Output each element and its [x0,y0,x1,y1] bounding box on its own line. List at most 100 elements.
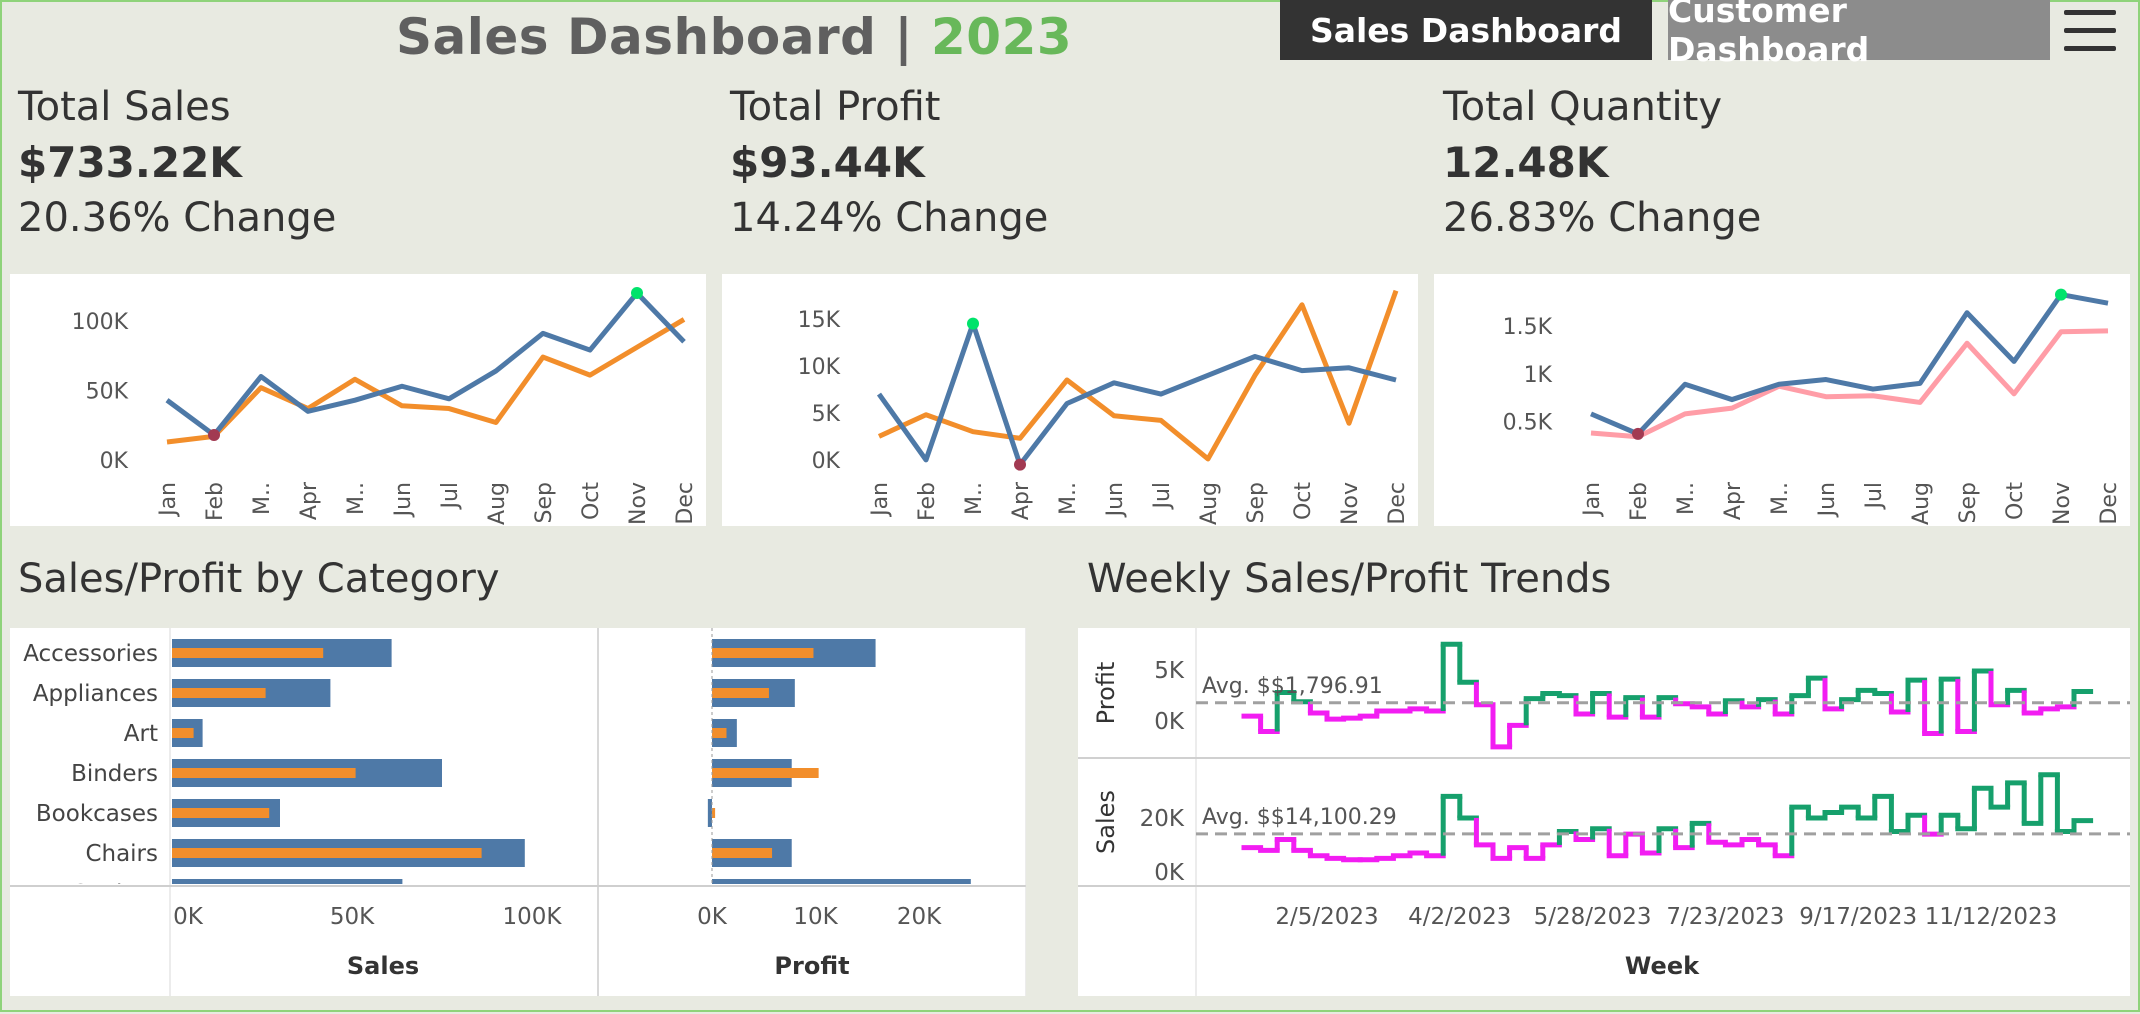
y-tick-label: 0K [812,449,841,474]
sales-prior-bar [172,848,482,858]
kpi-total-profit: Total Profit $93.44K 14.24% Change [730,84,1048,241]
x-tick-label: Sep [1244,482,1269,523]
x-tick-label: Feb [915,482,940,521]
kpi-change: 26.83% Change [1443,195,1762,241]
weekly-trend-svg: 5K 0K Profit Avg. $$1,796.91 20K 0K Sales Avg. … [1078,628,2130,996]
x-tick-label: Oct [2003,482,2028,520]
sales-prior-bar [172,808,270,818]
x-tick-label: Oct [579,482,604,520]
kpi-total-sales: Total Sales $733.22K 20.36% Change [18,84,336,241]
x-tick-label: Jun [1103,482,1128,518]
x-tick-label: Sep [1956,482,1981,523]
weekly-trend-chart[interactable]: 5K 0K Profit Avg. $$1,796.91 20K 0K Sales Avg. … [1078,628,2130,996]
y-tick-label: 0K [1154,860,1185,886]
y-tick-label: 1.5K [1503,315,1553,340]
title-text: Sales Dashboard [396,8,877,66]
x-tick-label: 20K [897,904,942,930]
profit-prior-bar [712,728,727,738]
x-tick-label: Oct [1291,482,1316,520]
x-axis-title: Profit [774,952,849,980]
quantity-trend-chart[interactable]: 1.5K 1K 0.5K Jan Feb M.. Apr M.. Jun Jul Aug Sep Oct… [1434,274,2130,526]
x-axis-title: Week [1625,952,1700,980]
x-tick-label: Jul [1150,482,1175,511]
category-label: Bookcases [36,801,158,827]
menu-bar [2064,46,2116,51]
profit-bar [707,799,712,827]
x-tick-label: Sep [532,482,557,523]
sales-avg-label: Avg. $$14,100.29 [1202,805,1397,830]
y-tick-label: 5K [812,402,841,427]
x-axis-title: Sales [347,952,419,980]
x-tick-label: Dec [2097,482,2122,525]
x-tick-label: Jun [1815,482,1840,518]
sales-axis-title: Sales [1092,790,1120,854]
sales-dashboard-button[interactable]: Sales Dashboard [1280,0,1652,60]
customer-dashboard-button[interactable]: Customer Dashboard [1668,0,2050,69]
kpi-change: 20.36% Change [18,195,337,241]
category-label: Art [124,721,158,747]
profit-trend-svg: 15K 10K 5K 0K Jan Feb M.. Apr M.. Jun Jul Aug Sep Oct… [798,289,1410,525]
x-tick-label: M.. [962,482,987,515]
x-tick-label: Feb [203,482,228,521]
menu-bar [2064,10,2116,15]
x-tick-label: M.. [1768,482,1793,515]
x-tick-label: Aug [1197,482,1222,525]
x-tick-label: Aug [1909,482,1934,525]
profit-prior-bar [712,768,819,778]
x-tick-label: Feb [1627,482,1652,521]
kpi-value: 12.48K [1443,138,1609,187]
category-label: Accessories [23,641,158,667]
sales-prior-bar [172,688,266,698]
bar-group: Accessories Appliances Art Binders Bookcases… [23,639,971,884]
sales-prior-bar [172,768,356,778]
profit-bar [712,879,971,884]
y-tick-label: 10K [798,355,841,380]
min-marker [208,429,220,442]
weekly-section-title: Weekly Sales/Profit Trends [1087,556,1612,602]
y-tick-label: 15K [798,308,841,333]
profit-avg-label: Avg. $$1,796.91 [1202,674,1383,699]
x-tick-label: 0K [697,904,728,930]
kpi-label: Total Quantity [1443,84,1722,130]
x-tick-label: Apr [297,481,322,520]
x-tick-label: M.. [250,482,275,515]
x-tick-label: M.. [344,482,369,515]
x-tick-label: Nov [2050,482,2075,525]
sales-prior-bar [172,648,324,658]
x-tick-label: 5/28/2023 [1534,904,1652,930]
quantity-trend-svg: 1.5K 1K 0.5K Jan Feb M.. Apr M.. Jun Jul Aug Sep Oct… [1503,288,2122,525]
title-separator: | [894,8,914,66]
x-tick-label: Apr [1721,481,1746,520]
x-tick-label: Jul [1862,482,1887,511]
sales-trend-chart[interactable]: 100K 50K 0K Jan Feb M.. Apr M.. Jun Jul Aug Sep Oct N… [10,274,706,526]
x-tick-label: 9/17/2023 [1799,904,1917,930]
sales-prior-bar [172,728,194,738]
max-marker [631,286,643,299]
current-year-line [1590,292,2109,437]
category-bar-chart[interactable]: Accessories Appliances Art Binders Bookcases… [10,628,1054,996]
y-tick-label: 100K [72,310,129,335]
y-tick-label: 50K [86,379,129,404]
x-tick-label: 10K [793,904,838,930]
x-tick-label: Apr [1009,481,1034,520]
min-marker [1014,458,1026,471]
category-section-title: Sales/Profit by Category [18,556,500,602]
profit-prior-bar [712,648,814,658]
x-tick-label: Dec [1385,482,1410,525]
profit-trend-chart[interactable]: 15K 10K 5K 0K Jan Feb M.. Apr M.. Jun Jul Aug Sep Oct… [722,274,1418,526]
x-tick-label: 2/5/2023 [1275,904,1378,930]
min-marker [1632,427,1644,440]
sales-bar [172,879,403,884]
x-tick-label: Nov [626,482,651,525]
kpi-value: $733.22K [18,138,242,187]
y-tick-label: 0K [100,449,129,474]
y-tick-label: 1K [1524,363,1553,388]
title-year: 2023 [931,8,1073,66]
dashboard-title: Sales Dashboard | 2023 [396,8,1072,66]
x-tick-label: M.. [1056,482,1081,515]
kpi-label: Total Sales [18,84,231,130]
y-tick-label: 0K [1154,709,1185,735]
x-tick-label: Dec [673,482,698,525]
x-tick-label: M.. [1674,482,1699,515]
hamburger-menu-icon[interactable] [2058,6,2118,56]
